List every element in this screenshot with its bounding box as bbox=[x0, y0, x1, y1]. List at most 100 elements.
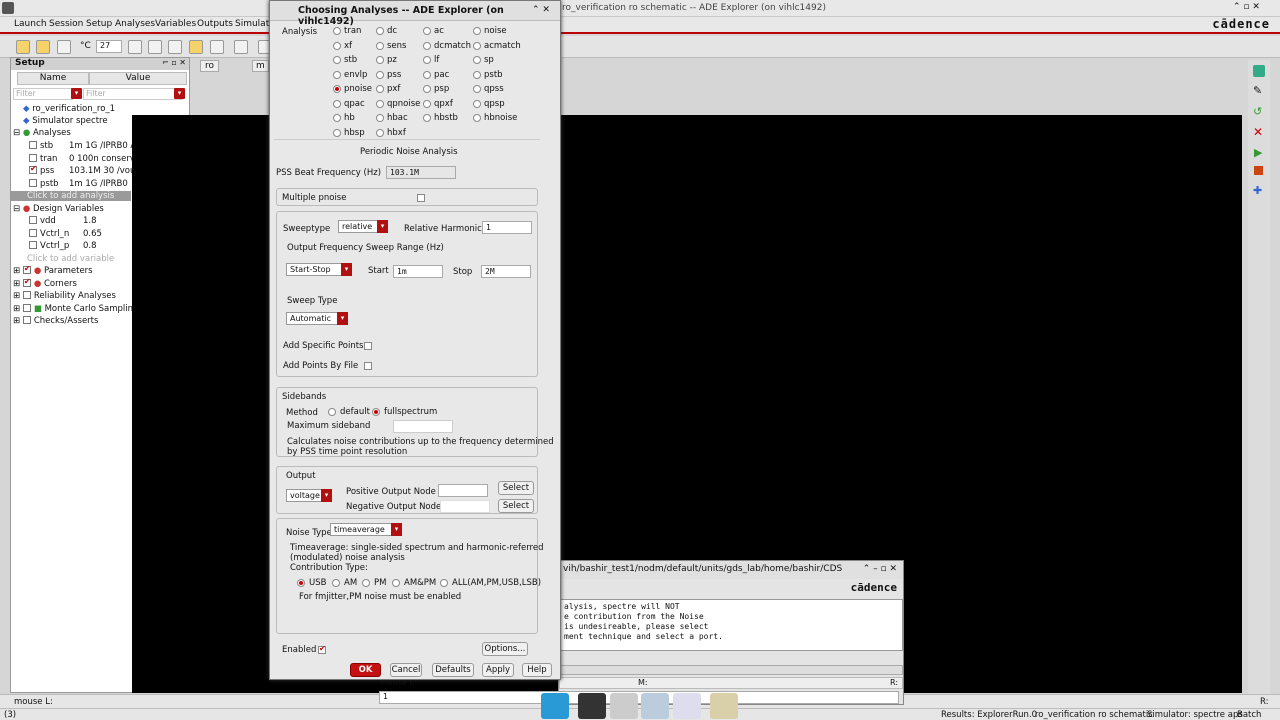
column-header-name[interactable]: Name bbox=[17, 72, 89, 85]
analysis-radio-sens[interactable] bbox=[376, 41, 384, 50]
expand-icon[interactable]: ⊞ bbox=[13, 291, 20, 301]
sweeptype-select[interactable]: relative ▾ bbox=[338, 220, 388, 233]
parameters-node[interactable]: ⊞ ● Parameters bbox=[13, 264, 93, 277]
max-sideband-field[interactable] bbox=[393, 420, 453, 433]
stop-icon[interactable] bbox=[1254, 166, 1263, 175]
beat-frequency-field[interactable]: 103.1M bbox=[386, 166, 456, 179]
analysis-checkbox[interactable] bbox=[29, 164, 37, 174]
monte-carlo-node[interactable]: ⊞ ■ Monte Carlo Sampling bbox=[13, 303, 138, 314]
simulator-item[interactable]: ◆ Simulator spectre bbox=[23, 116, 108, 126]
design-variables-node[interactable]: ⊟ ● Design Variables bbox=[13, 204, 104, 214]
add-specific-points-checkbox[interactable] bbox=[364, 342, 372, 350]
search-icon[interactable] bbox=[673, 693, 701, 719]
analysis-checkbox[interactable] bbox=[29, 140, 37, 149]
analysis-row-pstb[interactable]: pstb 1m 1G /IPRB0 bbox=[29, 178, 128, 189]
expand-icon[interactable]: ⊞ bbox=[13, 266, 20, 276]
dialog-controls[interactable]: ⌃ ✕ bbox=[532, 5, 550, 15]
analysis-checkbox[interactable] bbox=[29, 153, 37, 162]
add-points-by-file-checkbox[interactable] bbox=[364, 362, 372, 370]
stop-x-icon[interactable]: ✕ bbox=[1253, 125, 1263, 139]
analysis-radio-qpnoise[interactable] bbox=[376, 99, 384, 108]
analysis-radio-stb[interactable] bbox=[333, 56, 341, 64]
menu-setup[interactable]: Setup bbox=[86, 19, 112, 29]
home-icon[interactable] bbox=[168, 40, 182, 54]
analysis-row-pss[interactable]: pss103.1M 30 /vout bbox=[29, 164, 139, 176]
ciw-command-input[interactable]: 1 bbox=[379, 691, 899, 704]
method-fullspectrum-radio[interactable] bbox=[372, 408, 380, 416]
negative-node-field[interactable] bbox=[440, 500, 490, 513]
tool-icon[interactable] bbox=[1253, 65, 1265, 77]
positive-node-field[interactable] bbox=[438, 484, 488, 497]
contrib-all-radio[interactable] bbox=[440, 579, 448, 587]
reliability-node[interactable]: ⊞ Reliability Analyses bbox=[13, 290, 116, 301]
tab-ro[interactable]: ro bbox=[200, 60, 220, 72]
open-icon[interactable] bbox=[16, 40, 30, 54]
expand-icon[interactable]: ⊞ bbox=[13, 279, 20, 289]
tool-icon[interactable] bbox=[128, 40, 142, 54]
corners-node[interactable]: ⊞ ● Corners bbox=[13, 277, 77, 290]
analysis-radio-hbnoise[interactable] bbox=[473, 114, 481, 122]
menu-launch[interactable]: Launch bbox=[14, 19, 47, 29]
analysis-radio-hbstb[interactable] bbox=[423, 114, 431, 122]
window-controls[interactable]: ⌃ ▫ ✕ bbox=[1233, 2, 1260, 12]
analysis-radio-hbac[interactable] bbox=[376, 114, 384, 122]
schematic-icon[interactable] bbox=[234, 40, 248, 54]
variable-row[interactable]: Vctrl_p 0.8 bbox=[29, 240, 97, 251]
start-field[interactable]: 1m bbox=[393, 265, 443, 278]
test-item[interactable]: ◆ ro_verification_ro_1 bbox=[23, 104, 115, 114]
sweep-type-select[interactable]: Automatic ▾ bbox=[286, 312, 348, 325]
pencil-icon[interactable]: ✎ bbox=[1253, 84, 1262, 97]
defaults-button[interactable]: Defaults bbox=[432, 663, 474, 677]
terminal-icon[interactable] bbox=[578, 693, 606, 719]
menu-variables[interactable]: Variables bbox=[155, 19, 196, 29]
analyses-node[interactable]: ⊟ ● Analyses bbox=[13, 128, 71, 138]
stop-field[interactable]: 2M bbox=[481, 265, 531, 278]
collapse-icon[interactable]: ⊟ bbox=[13, 128, 20, 138]
positive-select-button[interactable]: Select bbox=[498, 481, 534, 495]
analysis-radio-qpxf[interactable] bbox=[423, 99, 431, 108]
analysis-radio-dc[interactable] bbox=[376, 27, 384, 35]
tab-m[interactable]: m bbox=[252, 60, 269, 72]
analysis-radio-pss[interactable] bbox=[376, 70, 384, 79]
menu-outputs[interactable]: Outputs bbox=[197, 19, 233, 29]
expand-icon[interactable]: ⊞ bbox=[13, 304, 20, 314]
multiple-pnoise-checkbox[interactable] bbox=[417, 194, 425, 202]
analysis-radio-pac[interactable] bbox=[423, 70, 431, 79]
monte-carlo-checkbox[interactable] bbox=[22, 303, 31, 312]
analysis-radio-qpsp[interactable] bbox=[473, 99, 481, 108]
noise-type-select[interactable]: timeaverage ▾ bbox=[330, 523, 402, 536]
browser-icon[interactable] bbox=[641, 693, 669, 719]
filter-value-input[interactable]: Filter bbox=[83, 88, 183, 100]
contrib-am-radio[interactable] bbox=[332, 579, 340, 587]
probe-icon[interactable] bbox=[210, 40, 224, 54]
analysis-checkbox[interactable] bbox=[29, 178, 37, 187]
contrib-usb-radio[interactable] bbox=[297, 579, 305, 587]
open-folder-icon[interactable] bbox=[189, 40, 203, 54]
save-icon[interactable] bbox=[57, 40, 71, 54]
variable-row[interactable]: Vctrl_n 0.65 bbox=[29, 228, 102, 239]
analysis-radio-ac[interactable] bbox=[423, 27, 431, 35]
files-icon[interactable] bbox=[610, 693, 638, 719]
collapse-icon[interactable]: ⊟ bbox=[13, 204, 20, 214]
checks-checkbox[interactable] bbox=[22, 315, 31, 324]
filter-name-dropdown[interactable]: ▾ bbox=[71, 88, 82, 99]
corners-checkbox[interactable] bbox=[22, 277, 31, 287]
analysis-radio-noise[interactable] bbox=[473, 27, 481, 35]
analysis-radio-pstb[interactable] bbox=[473, 70, 481, 79]
analysis-radio-pxf[interactable] bbox=[376, 85, 384, 93]
analysis-radio-pnoise[interactable] bbox=[333, 85, 341, 93]
folder-icon[interactable] bbox=[710, 693, 738, 719]
temperature-input[interactable]: 27 bbox=[96, 40, 122, 53]
contrib-ampm-radio[interactable] bbox=[392, 579, 400, 587]
output-type-select[interactable]: voltage ▾ bbox=[286, 489, 332, 502]
analysis-row-tran[interactable]: tran 0 100n conservat bbox=[29, 153, 143, 164]
expand-icon[interactable]: ⊞ bbox=[13, 316, 20, 326]
method-default-radio[interactable] bbox=[328, 408, 336, 416]
menu-simulation[interactable]: Simulati bbox=[235, 19, 272, 29]
ciw-window-controls[interactable]: ⌃ – ▫ ✕ bbox=[863, 564, 897, 574]
enabled-checkbox[interactable] bbox=[318, 644, 326, 654]
add-analysis-row[interactable]: Click to add analysis bbox=[11, 191, 131, 201]
ok-button[interactable]: OK bbox=[350, 663, 381, 677]
analysis-row-stb[interactable]: stb 1m 1G /IPRB0 Aut bbox=[29, 140, 145, 151]
menu-session[interactable]: Session bbox=[49, 19, 83, 29]
